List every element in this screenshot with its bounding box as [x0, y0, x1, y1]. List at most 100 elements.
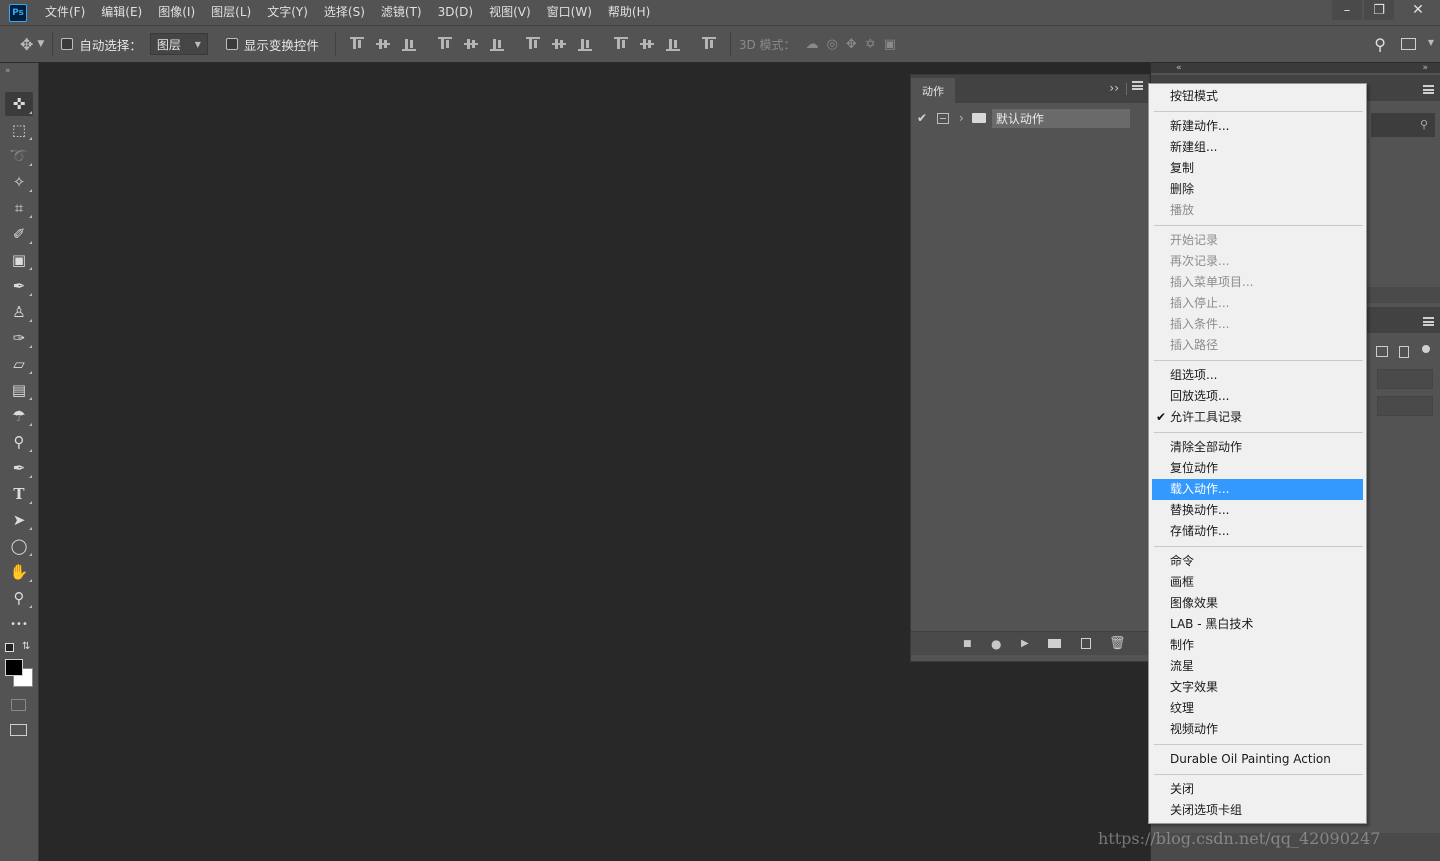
lasso-tool-icon[interactable]: ➰ [5, 144, 33, 168]
align-vcenter-icon[interactable] [374, 36, 392, 52]
restore-button[interactable]: ❐ [1364, 0, 1394, 20]
menu-item[interactable]: 图层(L) [203, 0, 259, 25]
menu-item[interactable]: 开始记录 [1152, 230, 1363, 251]
magic-wand-tool-icon[interactable]: ✧ [5, 170, 33, 194]
menu-item[interactable]: 替换动作... [1152, 500, 1363, 521]
menu-item[interactable]: 图像效果 [1152, 593, 1363, 614]
menu-item[interactable]: 新建组... [1152, 137, 1363, 158]
ellipse-tool-icon[interactable]: ◯ [5, 534, 33, 558]
auto-align-icon[interactable] [700, 36, 718, 52]
record-icon[interactable]: ● [991, 637, 1001, 651]
eraser-tool-icon[interactable]: ▱ [5, 352, 33, 376]
panel-menu-icon[interactable] [1423, 85, 1434, 94]
3d-pan-icon[interactable]: ✥ [846, 37, 857, 52]
menu-item[interactable]: 按钮模式 [1152, 86, 1363, 107]
menu-item[interactable]: ✔ 允许工具记录 [1152, 407, 1363, 428]
menu-item[interactable]: 插入菜单项目... [1152, 272, 1363, 293]
move-tool-icon[interactable]: ✜ [5, 92, 33, 116]
menu-item[interactable]: 视图(V) [481, 0, 539, 25]
align-right-icon[interactable] [488, 36, 506, 52]
more-tools-icon[interactable]: ••• [5, 612, 33, 636]
menu-item[interactable]: 命令 [1152, 551, 1363, 572]
panel-menu-icon[interactable] [1423, 317, 1434, 326]
history-brush-tool-icon[interactable]: ✑ [5, 326, 33, 350]
expand-icon[interactable]: » [1422, 63, 1428, 73]
distribute-vcenter-icon[interactable] [550, 36, 568, 52]
menu-item[interactable]: 新建动作... [1152, 116, 1363, 137]
menu-item[interactable]: 存储动作... [1152, 521, 1363, 542]
distribute-top-icon[interactable] [524, 36, 542, 52]
patch-tool-icon[interactable]: ▣ [5, 248, 33, 272]
clone-stamp-tool-icon[interactable]: ♙ [5, 300, 33, 324]
blur-tool-icon[interactable]: ☂ [5, 404, 33, 428]
default-colors-icon[interactable] [5, 643, 14, 652]
menu-item[interactable]: 文字效果 [1152, 677, 1363, 698]
menu-item[interactable]: 3D(D) [430, 0, 481, 25]
menu-item[interactable]: 载入动作... [1152, 479, 1363, 500]
menu-item[interactable]: 帮助(H) [600, 0, 658, 25]
distribute-bottom-icon[interactable] [576, 36, 594, 52]
menu-item[interactable]: 删除 [1152, 179, 1363, 200]
collapse-icon[interactable]: ›› [1109, 81, 1119, 95]
document-icon[interactable] [1399, 346, 1409, 358]
menu-item[interactable]: 流星 [1152, 656, 1363, 677]
stop-icon[interactable]: ■ [963, 639, 972, 649]
dialog-toggle-icon[interactable] [937, 112, 949, 124]
menu-item[interactable]: 文件(F) [37, 0, 93, 25]
menu-item[interactable]: 插入条件... [1152, 314, 1363, 335]
marquee-tool-icon[interactable]: ⬚ [5, 118, 33, 142]
new-set-folder-icon[interactable] [1048, 639, 1061, 648]
dodge-tool-icon[interactable]: ⚲ [5, 430, 33, 454]
trash-icon[interactable]: 🗑 [1109, 636, 1126, 651]
3d-roll-icon[interactable]: ◎ [827, 37, 838, 52]
workspace-icon[interactable] [1401, 38, 1416, 50]
search-icon[interactable]: ⚲ [1374, 35, 1386, 54]
play-icon[interactable]: ▶ [1021, 638, 1029, 649]
menu-item[interactable]: 复位动作 [1152, 458, 1363, 479]
menu-item[interactable]: 画框 [1152, 572, 1363, 593]
close-button[interactable]: ✕ [1396, 0, 1440, 20]
align-bottom-icon[interactable] [400, 36, 418, 52]
expand-arrow-icon[interactable]: › [959, 111, 964, 125]
menu-item[interactable]: 图像(I) [150, 0, 203, 25]
zoom-tool-icon[interactable]: ⚲ [5, 586, 33, 610]
distribute-hcenter-icon[interactable] [638, 36, 656, 52]
hand-tool-icon[interactable]: ✋ [5, 560, 33, 584]
panel-menu-icon[interactable] [1132, 81, 1143, 90]
menu-item[interactable]: 插入路径 [1152, 335, 1363, 356]
collapse-icon[interactable]: » [5, 66, 11, 76]
brush-tool-icon[interactable]: ✒ [5, 274, 33, 298]
menu-item[interactable]: 制作 [1152, 635, 1363, 656]
chevron-down-icon[interactable]: ▼ [1428, 38, 1434, 47]
menu-item[interactable]: 组选项... [1152, 365, 1363, 386]
menu-item[interactable]: 文字(Y) [259, 0, 316, 25]
action-set-name[interactable]: 默认动作 [991, 108, 1130, 128]
move-tool-preset-icon[interactable]: ✥ [20, 35, 33, 54]
menu-item[interactable]: 回放选项... [1152, 386, 1363, 407]
menu-item[interactable]: 滤镜(T) [373, 0, 430, 25]
menu-item[interactable]: 窗口(W) [539, 0, 600, 25]
layer-select-dropdown[interactable]: 图层 ▼ [149, 33, 208, 55]
menu-item[interactable]: 关闭选项卡组 [1152, 800, 1363, 821]
pen-tool-icon[interactable]: ✒ [5, 456, 33, 480]
action-set-row[interactable]: ✔ › 默认动作 [911, 108, 1149, 128]
path-selection-tool-icon[interactable]: ➤ [5, 508, 33, 532]
type-tool-icon[interactable]: T [5, 482, 33, 506]
gradient-tool-icon[interactable]: ▤ [5, 378, 33, 402]
menu-item[interactable]: 再次记录... [1152, 251, 1363, 272]
align-left-icon[interactable] [436, 36, 454, 52]
menu-item[interactable]: 视频动作 [1152, 719, 1363, 740]
menu-item[interactable]: 选择(S) [316, 0, 373, 25]
chevron-down-icon[interactable]: ▼ [37, 39, 44, 49]
menu-item[interactable]: LAB - 黑白技术 [1152, 614, 1363, 635]
menu-item[interactable]: Durable Oil Painting Action [1152, 749, 1363, 770]
align-top-icon[interactable] [348, 36, 366, 52]
menu-item[interactable]: 复制 [1152, 158, 1363, 179]
3d-slide-icon[interactable]: ✡ [865, 37, 876, 52]
menu-item[interactable]: 清除全部动作 [1152, 437, 1363, 458]
tab-actions[interactable]: 动作 [911, 78, 955, 104]
collapse-icon[interactable]: « [1176, 63, 1182, 73]
eyedropper-tool-icon[interactable]: ✐ [5, 222, 33, 246]
crop-tool-icon[interactable]: ⌗ [5, 196, 33, 220]
distribute-right-icon[interactable] [664, 36, 682, 52]
